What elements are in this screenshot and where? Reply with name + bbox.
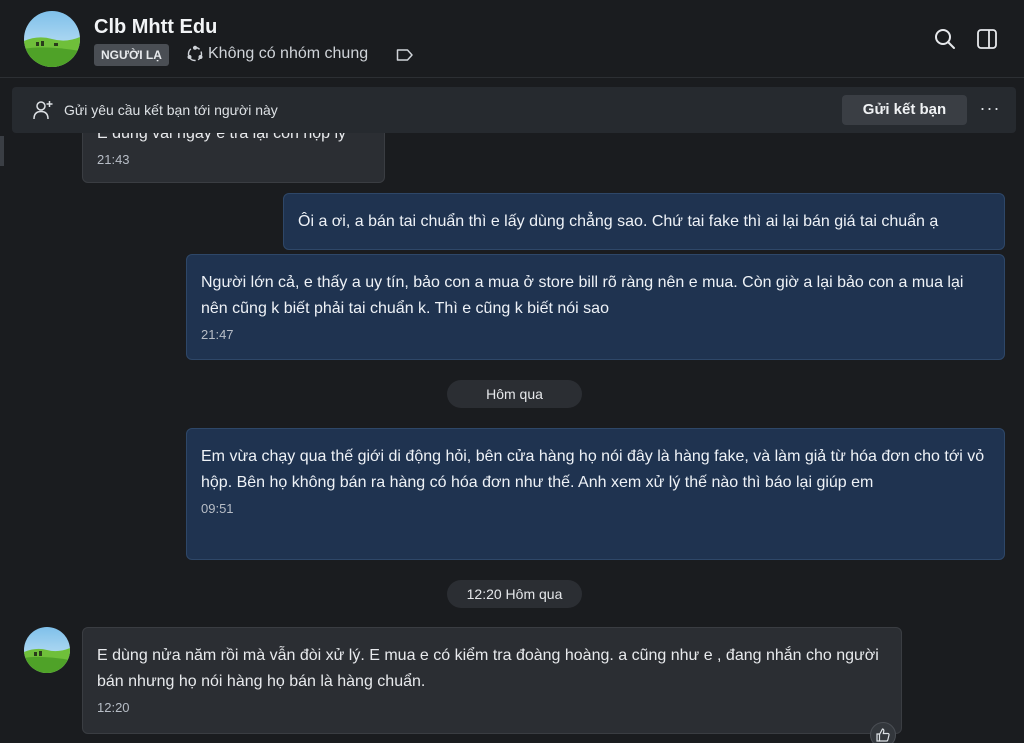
message-time: 09:51: [201, 501, 234, 516]
common-groups-label: Không có nhóm chung: [208, 45, 369, 62]
scroll-indicator[interactable]: [0, 136, 4, 166]
message-outgoing[interactable]: Người lớn cả, e thấy a uy tín, bảo con a…: [186, 254, 1005, 360]
friend-request-bar: Gửi yêu cầu kết bạn tới người này Gửi kế…: [12, 87, 1016, 133]
message-text: Ôi a ơi, a bán tai chuẩn thì e lấy dùng …: [298, 213, 939, 230]
sender-avatar[interactable]: [24, 627, 70, 673]
sidebar-toggle-button[interactable]: [973, 25, 1001, 53]
add-friend-icon: [32, 99, 54, 126]
tag-icon[interactable]: [396, 48, 414, 67]
search-icon: [934, 28, 956, 50]
message-text: Người lớn cả, e thấy a uy tín, bảo con a…: [201, 274, 964, 317]
more-options-button[interactable]: ···: [978, 95, 1002, 125]
sidebar-toggle-icon: [976, 28, 998, 50]
message-time: 21:47: [201, 327, 234, 342]
stranger-badge: NGƯỜI LẠ: [94, 44, 169, 66]
reaction-button[interactable]: [870, 722, 896, 743]
contact-name: Clb Mhtt Edu: [94, 16, 218, 38]
send-friend-request-button[interactable]: Gửi kết bạn: [842, 95, 967, 125]
search-button[interactable]: [931, 25, 959, 53]
message-text: Em vừa chạy qua thế giới di động hỏi, bê…: [201, 448, 985, 491]
message-time: 21:43: [97, 152, 130, 167]
date-divider: Hôm qua: [447, 380, 582, 408]
message-text: E dùng nửa năm rồi mà vẫn đòi xử lý. E m…: [97, 647, 879, 690]
message-time: 12:20: [97, 700, 130, 715]
friend-request-text: Gửi yêu cầu kết bạn tới người này: [64, 102, 278, 118]
message-outgoing[interactable]: Ôi a ơi, a bán tai chuẩn thì e lấy dùng …: [283, 193, 1005, 250]
date-divider: 12:20 Hôm qua: [447, 580, 582, 608]
chat-header: Clb Mhtt Edu NGƯỜI LẠ Không có nhóm chun…: [0, 0, 1024, 78]
group-icon: [186, 45, 204, 63]
message-outgoing[interactable]: Em vừa chạy qua thế giới di động hỏi, bê…: [186, 428, 1005, 560]
thumbs-up-icon: [876, 728, 890, 742]
common-groups-info[interactable]: Không có nhóm chung: [186, 45, 368, 63]
contact-avatar[interactable]: [24, 11, 80, 67]
message-incoming[interactable]: E dùng nửa năm rồi mà vẫn đòi xử lý. E m…: [82, 627, 902, 734]
